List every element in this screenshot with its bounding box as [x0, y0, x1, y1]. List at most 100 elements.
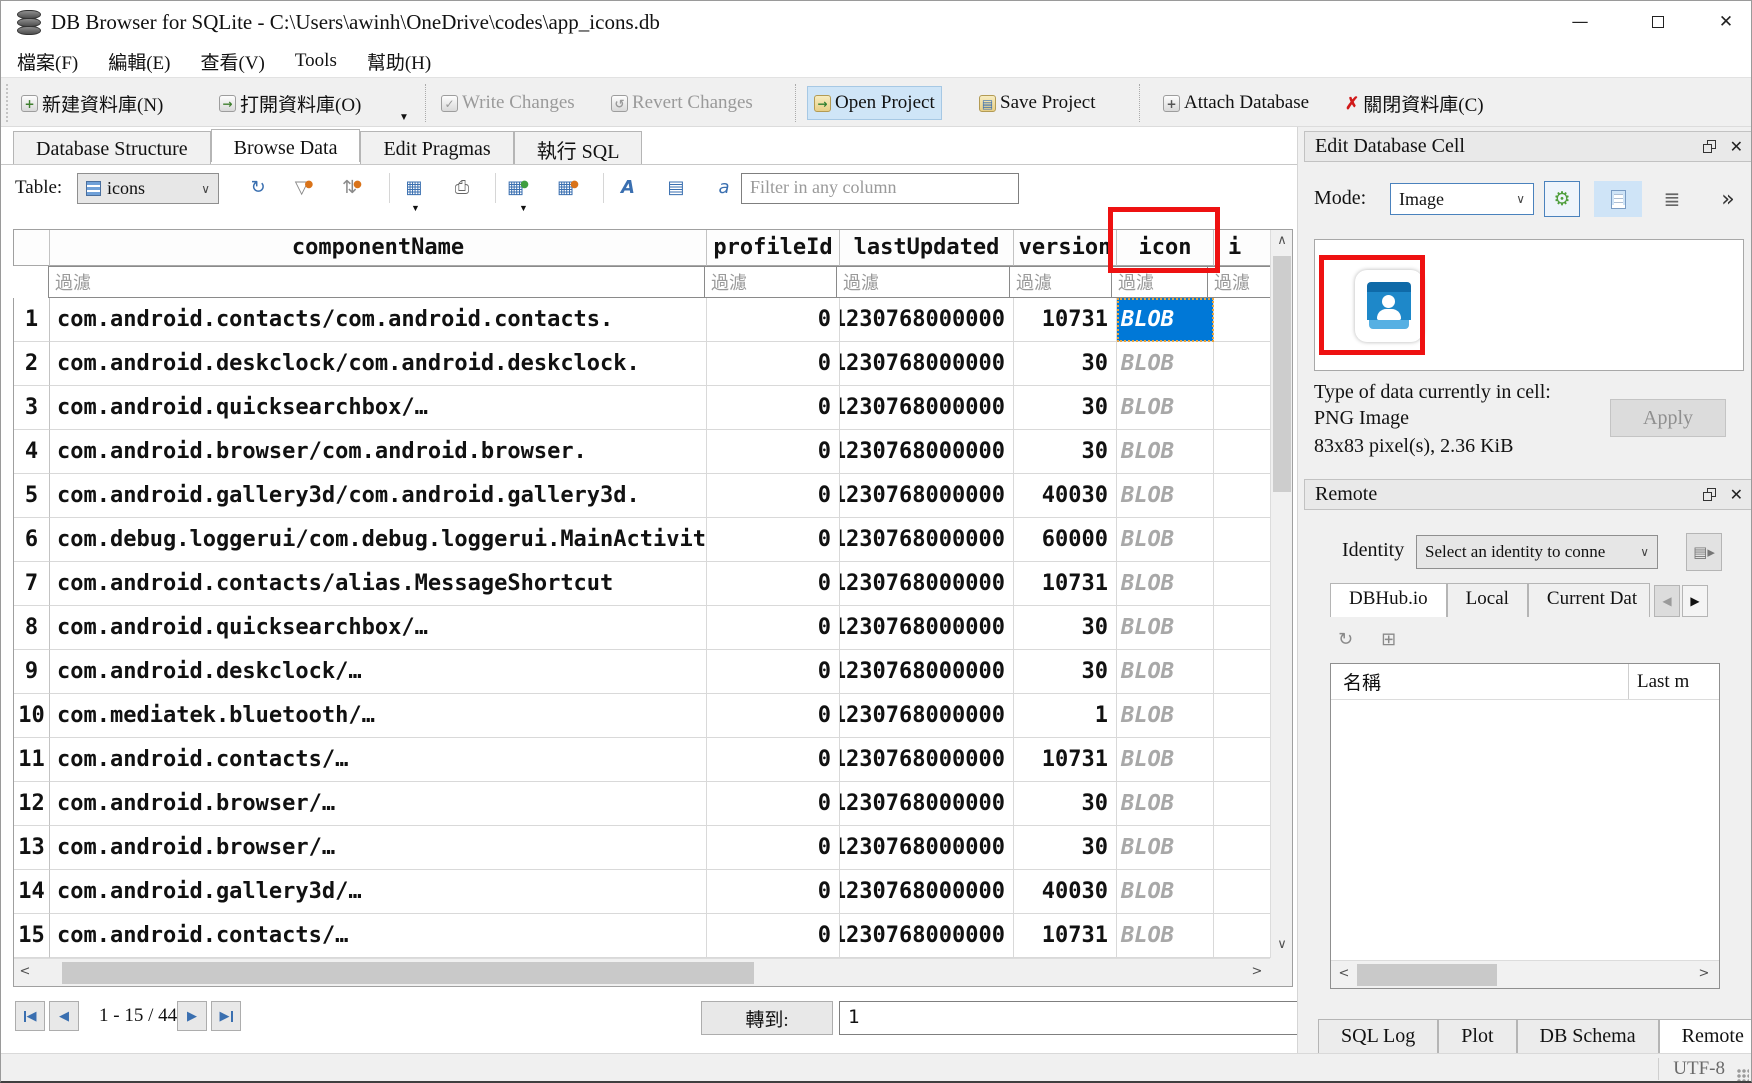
- close-panel-icon[interactable]: ✕: [1730, 137, 1743, 156]
- menu-item-查看(V)[interactable]: 查看(V): [197, 47, 269, 76]
- cell-lastUpdated[interactable]: 1230768000000: [840, 342, 1014, 386]
- vertical-scrollbar[interactable]: ∧ ∨: [1270, 230, 1292, 958]
- cell-partial[interactable]: [1214, 518, 1272, 562]
- cell-profileId[interactable]: 0: [707, 342, 840, 386]
- cell-version[interactable]: 40030: [1014, 870, 1117, 914]
- filter-version[interactable]: 過濾: [1009, 266, 1112, 298]
- cell-profileId[interactable]: 0: [707, 782, 840, 826]
- cell-componentName[interactable]: com.android.contacts/alias.MessageShortc…: [50, 562, 707, 606]
- cell-lastUpdated[interactable]: 1230768000000: [840, 782, 1014, 826]
- row-number[interactable]: 15: [14, 914, 50, 958]
- cell-componentName[interactable]: com.android.browser/com.android.browser.: [50, 430, 707, 474]
- float-panel-icon[interactable]: [1703, 488, 1716, 501]
- tab-Database Structure[interactable]: Database Structure: [13, 131, 211, 164]
- cell-partial[interactable]: [1214, 298, 1272, 342]
- cell-partial[interactable]: [1214, 914, 1272, 958]
- export-table-icon[interactable]: ▦: [401, 175, 427, 201]
- open-project-button[interactable]: → Open Project: [807, 86, 942, 120]
- cell-partial[interactable]: [1214, 650, 1272, 694]
- cell-profileId[interactable]: 0: [707, 474, 840, 518]
- cell-componentName[interactable]: com.android.deskclock/…: [50, 650, 707, 694]
- table-selector-combo[interactable]: icons ∨: [77, 173, 219, 204]
- cell-lastUpdated[interactable]: 1230768000000: [840, 606, 1014, 650]
- cell-partial[interactable]: [1214, 606, 1272, 650]
- cell-version[interactable]: 30: [1014, 650, 1117, 694]
- remote-tab-DBHub.io[interactable]: DBHub.io: [1330, 583, 1447, 617]
- cell-version[interactable]: 30: [1014, 342, 1117, 386]
- cell-lastUpdated[interactable]: 1230768000000: [840, 914, 1014, 958]
- row-number[interactable]: 3: [14, 386, 50, 430]
- scroll-right-icon[interactable]: >: [1693, 963, 1715, 987]
- header-version[interactable]: version: [1014, 230, 1117, 266]
- cell-componentName[interactable]: com.android.contacts/…: [50, 914, 707, 958]
- cell-icon-blob[interactable]: BLOB: [1117, 694, 1214, 738]
- cell-profileId[interactable]: 0: [707, 430, 840, 474]
- row-number[interactable]: 2: [14, 342, 50, 386]
- menu-item-檔案(F)[interactable]: 檔案(F): [13, 47, 82, 76]
- cell-profileId[interactable]: 0: [707, 826, 840, 870]
- new-database-button[interactable]: + 新建資料庫(N): [15, 86, 169, 120]
- cell-lastUpdated[interactable]: 1230768000000: [840, 870, 1014, 914]
- cell-lastUpdated[interactable]: 1230768000000: [840, 430, 1014, 474]
- dock-tab-SQL Log[interactable]: SQL Log: [1318, 1019, 1438, 1054]
- tab-Edit Pragmas[interactable]: Edit Pragmas: [360, 131, 513, 164]
- cell-version[interactable]: 10731: [1014, 298, 1117, 342]
- cell-lastUpdated[interactable]: 1230768000000: [840, 386, 1014, 430]
- word-wrap-button[interactable]: ≣: [1654, 181, 1690, 217]
- import-data-button[interactable]: ⚙: [1544, 181, 1580, 217]
- filter-any-column-input[interactable]: Filter in any column: [741, 173, 1019, 204]
- scroll-down-icon[interactable]: ∨: [1271, 934, 1293, 958]
- cell-version[interactable]: 10731: [1014, 562, 1117, 606]
- cell-partial[interactable]: [1214, 386, 1272, 430]
- open-database-dropdown-arrow[interactable]: ▼: [399, 112, 409, 123]
- cell-version[interactable]: 10731: [1014, 914, 1117, 958]
- goto-button[interactable]: 轉到:: [701, 1001, 833, 1035]
- text-view-toggle-button[interactable]: [1594, 181, 1642, 217]
- cell-version[interactable]: 30: [1014, 386, 1117, 430]
- condensed-format-icon[interactable]: a: [711, 175, 737, 201]
- open-database-button[interactable]: → 打開資料庫(O): [213, 86, 367, 120]
- cell-version[interactable]: 60000: [1014, 518, 1117, 562]
- cell-profileId[interactable]: 0: [707, 386, 840, 430]
- cell-profileId[interactable]: 0: [707, 518, 840, 562]
- insert-dropdown-arrow[interactable]: ▼: [519, 203, 528, 213]
- cell-profileId[interactable]: 0: [707, 870, 840, 914]
- cell-partial[interactable]: [1214, 430, 1272, 474]
- tab-scroll-right-icon[interactable]: ▶: [1682, 585, 1708, 617]
- horizontal-scrollbar[interactable]: < >: [14, 958, 1270, 986]
- cell-version[interactable]: 10731: [1014, 738, 1117, 782]
- cell-version[interactable]: 30: [1014, 606, 1117, 650]
- cell-icon-blob[interactable]: BLOB: [1117, 518, 1214, 562]
- filter-lastUpdated[interactable]: 過濾: [836, 266, 1010, 298]
- cell-componentName[interactable]: com.android.contacts/…: [50, 738, 707, 782]
- cell-profileId[interactable]: 0: [707, 562, 840, 606]
- row-number[interactable]: 14: [14, 870, 50, 914]
- scroll-thumb[interactable]: [1357, 964, 1497, 986]
- cell-profileId[interactable]: 0: [707, 606, 840, 650]
- remote-name-header[interactable]: 名稱: [1331, 664, 1629, 699]
- cell-partial[interactable]: [1214, 870, 1272, 914]
- remote-tab-Local[interactable]: Local: [1447, 583, 1528, 617]
- delete-record-icon[interactable]: ▦●: [557, 175, 583, 201]
- apply-button[interactable]: Apply: [1610, 399, 1726, 437]
- scroll-left-icon[interactable]: <: [14, 961, 36, 985]
- cell-icon-blob[interactable]: BLOB: [1117, 562, 1214, 606]
- cell-lastUpdated[interactable]: 1230768000000: [840, 650, 1014, 694]
- cell-componentName[interactable]: com.android.quicksearchbox/…: [50, 606, 707, 650]
- cell-componentName[interactable]: com.android.browser/…: [50, 782, 707, 826]
- menu-item-編輯(E)[interactable]: 編輯(E): [104, 47, 174, 76]
- cell-icon-blob[interactable]: BLOB: [1117, 474, 1214, 518]
- cell-lastUpdated[interactable]: 1230768000000: [840, 826, 1014, 870]
- cell-icon-blob[interactable]: BLOB: [1117, 298, 1214, 342]
- horizontal-scroll-thumb[interactable]: [62, 962, 754, 984]
- dock-tab-DB Schema[interactable]: DB Schema: [1517, 1019, 1659, 1054]
- cell-partial[interactable]: [1214, 738, 1272, 782]
- attach-database-button[interactable]: + Attach Database: [1157, 86, 1315, 120]
- refresh-icon[interactable]: ↻: [245, 175, 271, 201]
- cell-icon-blob[interactable]: BLOB: [1117, 826, 1214, 870]
- vertical-scroll-thumb[interactable]: [1273, 256, 1291, 492]
- cell-icon-blob[interactable]: BLOB: [1117, 782, 1214, 826]
- tab-執行 SQL[interactable]: 執行 SQL: [514, 131, 643, 164]
- cell-componentName[interactable]: com.android.contacts/com.android.contact…: [50, 298, 707, 342]
- tab-scroll-left-icon[interactable]: ◀: [1654, 585, 1680, 617]
